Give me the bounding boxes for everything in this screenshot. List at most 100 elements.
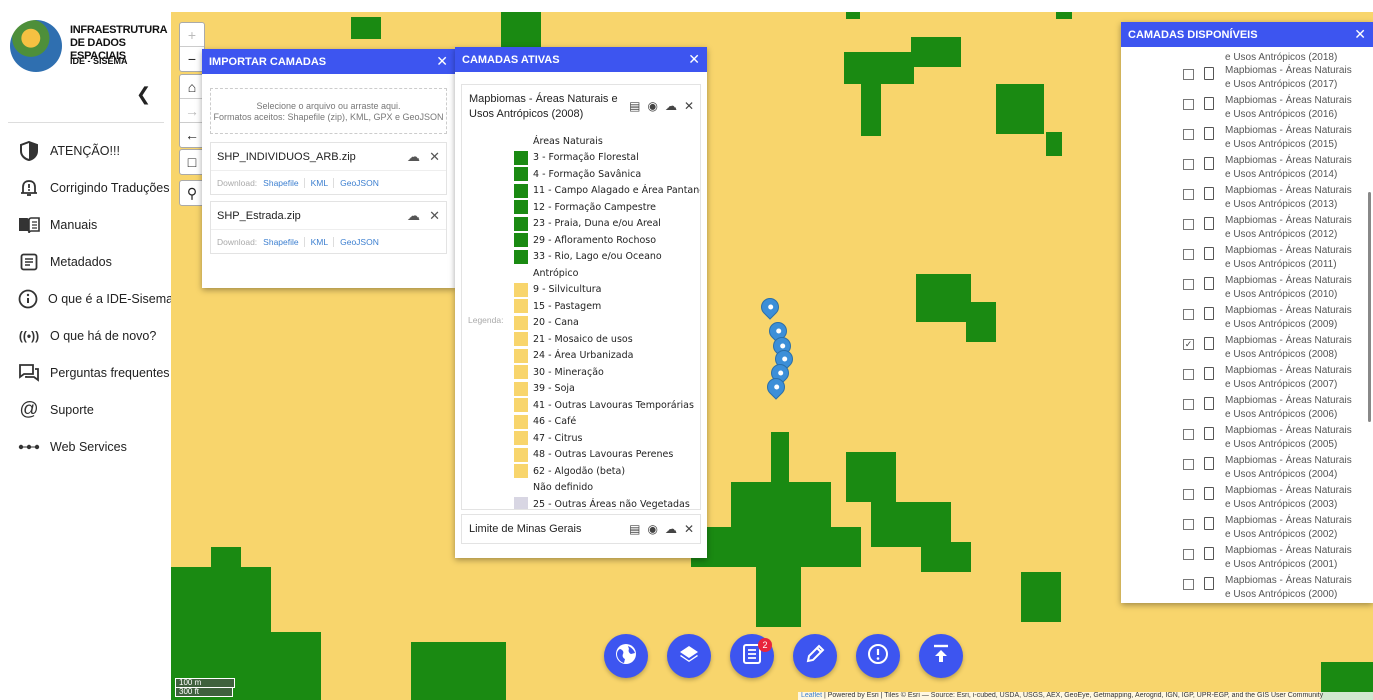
download-kml-link[interactable]: KML — [311, 177, 335, 188]
close-icon[interactable]: ✕ — [1354, 26, 1366, 43]
legend: Áreas Naturais 3 - Formação Florestal 4 - … — [514, 133, 700, 509]
available-layer-item[interactable]: Mapbiomas - Áreas Naturais e Usos Antrópi… — [1121, 124, 1365, 154]
map-marker-cluster[interactable] — [757, 292, 801, 412]
layer-checkbox[interactable] — [1183, 249, 1194, 260]
download-geojson-link[interactable]: GeoJSON — [340, 237, 384, 247]
cloud-upload-icon[interactable]: ☁ — [407, 149, 420, 164]
sidebar-item-perguntas-frequentes[interactable]: Perguntas frequentes — [0, 354, 171, 391]
sidebar-item-metadados[interactable]: Metadados — [0, 243, 171, 280]
layer-checkbox[interactable] — [1183, 129, 1194, 140]
available-layers-list[interactable]: e Usos Antrópicos (2018) Mapbiomas - Áre… — [1121, 47, 1365, 603]
available-layer-item[interactable]: Mapbiomas - Áreas Naturais e Usos Antrópi… — [1121, 64, 1365, 94]
back-arrow-icon[interactable]: ← — [180, 123, 204, 147]
download-shapefile-link[interactable]: Shapefile — [263, 177, 305, 188]
home-icon[interactable]: ⌂ — [180, 75, 204, 99]
sidebar-item-web-services[interactable]: Web Services — [0, 428, 171, 465]
available-layer-item[interactable]: Mapbiomas - Áreas Naturais e Usos Antrópi… — [1121, 394, 1365, 424]
close-icon[interactable]: ✕ — [688, 51, 700, 68]
notification-badge: 2 — [758, 638, 772, 652]
sidebar-item-corrigindo-traducoes[interactable]: Corrigindo Traduções — [0, 169, 171, 206]
available-layer-item[interactable]: Mapbiomas - Áreas Naturais e Usos Antrópi… — [1121, 184, 1365, 214]
file-icon — [1204, 427, 1214, 440]
import-panel-header: IMPORTAR CAMADAS ✕ — [202, 49, 455, 74]
available-layer-item[interactable]: Mapbiomas - Áreas Naturais e Usos Antrópi… — [1121, 214, 1365, 244]
forward-arrow-icon[interactable]: → — [180, 99, 204, 123]
available-layer-item[interactable]: Mapbiomas - Áreas Naturais e Usos Antrópi… — [1121, 244, 1365, 274]
eye-visibility-icon[interactable]: ◉ — [647, 522, 657, 536]
info-alert-button[interactable] — [856, 634, 900, 678]
sidebar-menu: ATENÇÃO!!! Corrigindo Traduções Manuais … — [0, 132, 173, 465]
download-kml-link[interactable]: KML — [311, 236, 335, 247]
sidebar-item-o-que-ha-de-novo[interactable]: ((•)) O que há de novo? — [0, 317, 171, 354]
layer-name-line1: Mapbiomas - Áreas Naturais — [1225, 215, 1352, 226]
available-layer-item[interactable]: Mapbiomas - Áreas Naturais e Usos Antrópi… — [1121, 304, 1365, 334]
cloud-download-icon[interactable]: ☁ — [665, 99, 677, 113]
brand-title-line1: INFRAESTRUTURA — [70, 24, 168, 36]
list-item: e Usos Antrópicos (2018) — [1121, 47, 1365, 64]
available-layer-item[interactable]: Mapbiomas - Áreas Naturais e Usos Antrópi… — [1121, 574, 1365, 603]
layer-checkbox[interactable] — [1183, 219, 1194, 230]
layer-checkbox[interactable] — [1183, 429, 1194, 440]
sidebar-item-o-que-e[interactable]: O que é a IDE-Sisema — [0, 280, 173, 317]
available-layer-item[interactable]: ✓ Mapbiomas - Áreas Naturais e Usos Antróp… — [1121, 334, 1365, 364]
download-geojson-link[interactable]: GeoJSON — [340, 178, 384, 188]
layers-button[interactable] — [667, 634, 711, 678]
metadata-icon[interactable]: ▤ — [629, 522, 640, 536]
file-drop-zone[interactable]: Selecione o arquivo ou arraste aqui. For… — [210, 88, 447, 134]
layer-checkbox[interactable] — [1183, 69, 1194, 80]
map-raster-block — [1021, 572, 1061, 622]
basemap-globe-button[interactable] — [604, 634, 648, 678]
layer-checkbox[interactable] — [1183, 369, 1194, 380]
remove-layer-close-icon[interactable]: ✕ — [684, 522, 694, 536]
available-layer-item[interactable]: Mapbiomas - Áreas Naturais e Usos Antrópi… — [1121, 274, 1365, 304]
sidebar-item-atencao[interactable]: ATENÇÃO!!! — [0, 132, 171, 169]
scrollbar[interactable] — [1368, 192, 1371, 422]
layer-checkbox[interactable] — [1183, 489, 1194, 500]
layer-checkbox[interactable] — [1183, 309, 1194, 320]
layer-name-line1: Mapbiomas - Áreas Naturais — [1225, 335, 1352, 346]
available-layer-item[interactable]: Mapbiomas - Áreas Naturais e Usos Antrópi… — [1121, 484, 1365, 514]
layer-name-line1: Mapbiomas - Áreas Naturais — [1225, 275, 1352, 286]
zoom-out-button[interactable]: − — [180, 47, 204, 71]
leaflet-link[interactable]: Leaflet — [801, 692, 822, 699]
remove-file-close-icon[interactable]: ✕ — [429, 149, 440, 164]
available-layer-item[interactable]: Mapbiomas - Áreas Naturais e Usos Antrópi… — [1121, 544, 1365, 574]
layer-checkbox[interactable] — [1183, 279, 1194, 290]
layer-checkbox[interactable] — [1183, 159, 1194, 170]
bottom-toolbar: 2 — [604, 634, 964, 680]
map-marker-icon[interactable] — [757, 294, 783, 320]
layer-checkbox[interactable] — [1183, 579, 1194, 590]
available-layer-item[interactable]: Mapbiomas - Áreas Naturais e Usos Antrópi… — [1121, 364, 1365, 394]
available-layer-item[interactable]: Mapbiomas - Áreas Naturais e Usos Antrópi… — [1121, 454, 1365, 484]
upload-button[interactable] — [919, 634, 963, 678]
sidebar-item-manuais[interactable]: Manuais — [0, 206, 171, 243]
available-layer-item[interactable]: Mapbiomas - Áreas Naturais e Usos Antrópi… — [1121, 424, 1365, 454]
cloud-upload-icon[interactable]: ☁ — [407, 208, 420, 223]
close-icon[interactable]: ✕ — [436, 53, 448, 70]
sidebar-item-label: Manuais — [50, 217, 98, 232]
edit-draw-button[interactable] — [793, 634, 837, 678]
remove-layer-close-icon[interactable]: ✕ — [684, 99, 694, 113]
layer-checkbox-checked[interactable]: ✓ — [1183, 339, 1194, 350]
collapse-sidebar-chevron-left-icon[interactable]: ❮ — [136, 84, 151, 105]
ide-sisema-logo[interactable]: INFRAESTRUTURA DE DADOS ESPACIAIS IDE - … — [10, 20, 170, 80]
layer-checkbox[interactable] — [1183, 99, 1194, 110]
active-layers-list-button[interactable]: 2 — [730, 634, 774, 678]
remove-file-close-icon[interactable]: ✕ — [429, 208, 440, 223]
available-layer-item[interactable]: Mapbiomas - Áreas Naturais e Usos Antrópi… — [1121, 154, 1365, 184]
eye-visibility-icon[interactable]: ◉ — [647, 99, 657, 113]
layer-name-line2: e Usos Antrópicos (2016) — [1225, 109, 1338, 120]
available-layer-item[interactable]: Mapbiomas - Áreas Naturais e Usos Antrópi… — [1121, 94, 1365, 124]
layer-checkbox[interactable] — [1183, 189, 1194, 200]
layer-checkbox[interactable] — [1183, 519, 1194, 530]
available-layer-item[interactable]: Mapbiomas - Áreas Naturais e Usos Antrópi… — [1121, 514, 1365, 544]
layer-checkbox[interactable] — [1183, 459, 1194, 470]
layer-checkbox[interactable] — [1183, 549, 1194, 560]
sidebar-item-suporte[interactable]: @ Suporte — [0, 391, 171, 428]
zoom-in-button[interactable]: + — [180, 23, 204, 47]
legend-swatch — [514, 365, 528, 380]
download-shapefile-link[interactable]: Shapefile — [263, 236, 305, 247]
cloud-download-icon[interactable]: ☁ — [665, 522, 677, 536]
layer-checkbox[interactable] — [1183, 399, 1194, 410]
metadata-icon[interactable]: ▤ — [629, 99, 640, 113]
